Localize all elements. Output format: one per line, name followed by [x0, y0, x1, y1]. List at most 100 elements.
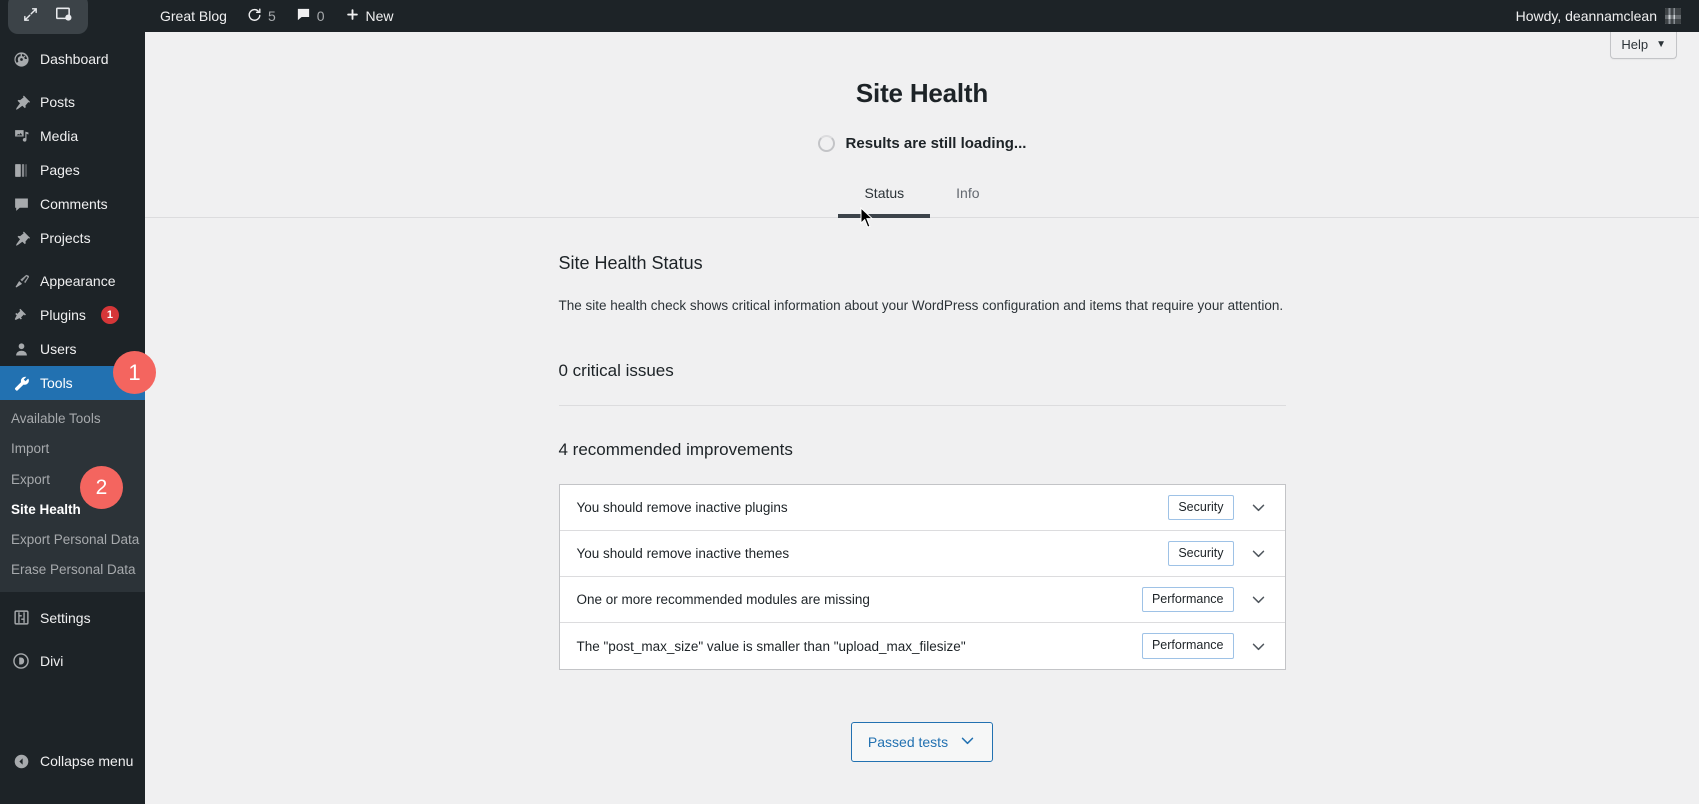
sidebar-item-label: Tools [40, 375, 73, 391]
admin-bar-right: Howdy, deannamclean [1510, 0, 1699, 32]
critical-issues-heading: 0 critical issues [558, 361, 1286, 407]
new-content-menu[interactable]: New [335, 0, 404, 32]
plus-icon [345, 7, 360, 25]
site-name-menu[interactable]: Great Blog [150, 0, 237, 32]
help-label: Help [1621, 37, 1649, 52]
sidebar-item-available-tools[interactable]: Available Tools [0, 404, 145, 434]
chevron-down-icon [959, 732, 976, 752]
sidebar-item-media[interactable]: Media [0, 119, 145, 153]
sidebar-item-export-personal-data[interactable]: Export Personal Data [0, 525, 145, 555]
plugin-icon [11, 305, 31, 325]
sidebar-item-label: Divi [40, 652, 64, 669]
issue-title: You should remove inactive plugins [576, 500, 788, 516]
chevron-down-icon: ▼ [1656, 39, 1666, 50]
my-account-menu[interactable]: Howdy, deannamclean [1510, 0, 1687, 32]
sidebar-item-import[interactable]: Import [0, 434, 145, 464]
extension-toolbar-chip-holder [0, 0, 150, 34]
tab-status[interactable]: Status [838, 174, 931, 219]
sidebar-item-label: Dashboard [40, 51, 109, 67]
status-panel: Site Health Status The site health check… [558, 218, 1286, 763]
loading-text: Results are still loading... [845, 134, 1027, 152]
chevron-down-icon[interactable] [1244, 631, 1274, 661]
help-tab-holder: Help ▼ [1610, 32, 1677, 59]
site-health-tabs: Status Info [145, 174, 1699, 219]
resize-arrows-icon[interactable] [22, 6, 39, 23]
media-icon [11, 126, 31, 146]
admin-sidebar: Dashboard Posts Media Pages Comments Pro… [0, 32, 145, 804]
admin-bar-left: Great Blog 5 0 New [0, 0, 404, 34]
passed-tests-label: Passed tests [867, 734, 949, 751]
admin-bar: Great Blog 5 0 New Howdy, deannamclean [0, 0, 1699, 34]
page-title: Site Health [855, 78, 989, 108]
chevron-down-icon[interactable] [1244, 539, 1274, 569]
settings-icon [11, 608, 31, 628]
howdy-label: Howdy, deannamclean [1515, 8, 1657, 24]
extension-toolbar-chip[interactable] [8, 0, 88, 34]
plugins-update-badge: 1 [100, 306, 120, 324]
sidebar-separator [0, 635, 145, 644]
pin-icon [11, 228, 31, 248]
sidebar-item-label: Users [40, 341, 77, 357]
chevron-down-icon[interactable] [1244, 493, 1274, 523]
chevron-down-icon[interactable] [1244, 585, 1274, 615]
pages-icon [11, 160, 31, 180]
sidebar-item-projects[interactable]: Projects [0, 221, 145, 255]
collapse-arrow-icon [11, 751, 31, 771]
issue-title: You should remove inactive themes [576, 546, 790, 562]
sidebar-item-posts[interactable]: Posts [0, 85, 145, 119]
table-row[interactable]: One or more recommended modules are miss… [559, 577, 1285, 624]
tools-submenu: Available Tools Import Export Site Healt… [0, 400, 145, 592]
spinner-icon [817, 134, 835, 152]
sidebar-item-label: Comments [40, 196, 108, 212]
status-badge: Security [1168, 540, 1234, 567]
sidebar-separator [0, 76, 145, 85]
sidebar-item-label: Plugins [40, 307, 86, 323]
collapse-menu-button[interactable]: Collapse menu [0, 744, 145, 778]
sidebar-item-divi[interactable]: Divi [0, 644, 145, 678]
status-badge: Performance [1141, 586, 1234, 613]
loading-status: Results are still loading... [145, 134, 1699, 152]
sidebar-item-label: Appearance [40, 273, 116, 289]
sidebar-item-plugins[interactable]: Plugins 1 [0, 298, 145, 332]
sidebar-item-site-health[interactable]: Site Health [0, 495, 145, 525]
updates-menu[interactable]: 5 [237, 0, 286, 32]
new-label: New [365, 8, 394, 24]
sidebar-item-settings[interactable]: Settings [0, 601, 145, 635]
sidebar-item-erase-personal-data[interactable]: Erase Personal Data [0, 555, 145, 585]
passed-tests-button[interactable]: Passed tests [850, 722, 994, 763]
issue-title: The "post_max_size" value is smaller tha… [576, 638, 966, 654]
updates-icon [247, 7, 262, 25]
divi-icon [11, 651, 31, 671]
comments-count: 0 [316, 8, 325, 24]
passed-tests-holder: Passed tests [559, 722, 1286, 763]
sidebar-item-comments[interactable]: Comments [0, 187, 145, 221]
collapse-menu-label: Collapse menu [40, 753, 134, 769]
avatar [1665, 8, 1681, 24]
comments-menu[interactable]: 0 [286, 0, 335, 32]
screenshot-icon[interactable] [55, 6, 74, 23]
recommended-improvements-heading: 4 recommended improvements [558, 440, 793, 460]
tab-info[interactable]: Info [930, 174, 1005, 219]
site-name-label: Great Blog [160, 8, 227, 24]
sidebar-item-label: Media [40, 128, 79, 144]
comment-bubble-icon [296, 7, 311, 25]
wrench-icon [11, 373, 31, 393]
sidebar-item-dashboard[interactable]: Dashboard [0, 42, 145, 76]
table-row[interactable]: The "post_max_size" value is smaller tha… [559, 623, 1285, 670]
sidebar-item-export[interactable]: Export [0, 465, 145, 495]
brush-icon [11, 271, 31, 291]
sidebar-separator [0, 255, 145, 264]
sidebar-item-appearance[interactable]: Appearance [0, 264, 145, 298]
status-badge: Security [1168, 494, 1234, 521]
pin-icon [11, 92, 31, 112]
user-icon [11, 339, 31, 359]
table-row[interactable]: You should remove inactive themes Securi… [559, 531, 1285, 578]
sidebar-item-label: Projects [40, 230, 91, 246]
sidebar-item-pages[interactable]: Pages [0, 153, 145, 187]
section-description: The site health check shows critical inf… [558, 297, 1284, 313]
comment-icon [11, 194, 31, 214]
table-row[interactable]: You should remove inactive plugins Secur… [559, 485, 1285, 532]
annotation-badge-1: 1 [113, 351, 156, 394]
issues-accordion: You should remove inactive plugins Secur… [558, 484, 1286, 671]
help-button[interactable]: Help ▼ [1610, 32, 1677, 59]
